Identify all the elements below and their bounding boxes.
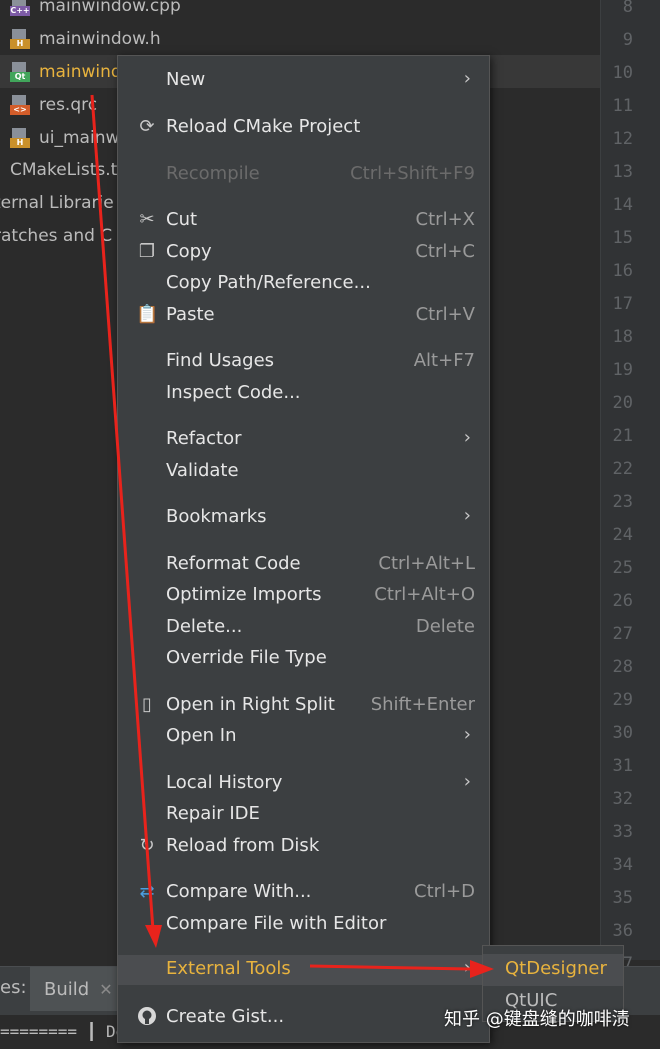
menu-item-copy[interactable]: ❐ Copy Ctrl+C	[118, 238, 489, 268]
menu-item-recompile[interactable]: Recompile Ctrl+Shift+F9	[118, 160, 489, 190]
split-icon: ▯	[142, 694, 152, 715]
line-number: 13	[612, 162, 633, 182]
build-tab-label: Build	[44, 978, 90, 1000]
line-number: 15	[612, 228, 633, 248]
tree-item-ui-mainwindow-h[interactable]: H ui_mainw	[10, 121, 119, 154]
line-number: 18	[612, 327, 633, 347]
tree-item-external-libraries[interactable]: ternal Librarie	[0, 186, 114, 219]
watermark: 知乎 @键盘缝的咖啡渍	[444, 1009, 630, 1030]
line-number: 19	[612, 360, 633, 380]
line-number: 14	[612, 195, 633, 215]
menu-item-reformat-code[interactable]: Reformat Code Ctrl+Alt+L	[118, 550, 489, 580]
line-number: 11	[612, 96, 633, 116]
chevron-right-icon: ›	[463, 771, 471, 792]
menu-item-open-in[interactable]: Open In ›	[118, 722, 489, 752]
menu-item-bookmarks[interactable]: Bookmarks ›	[118, 503, 489, 533]
cpp-file-icon: C++	[10, 0, 30, 16]
line-number: 26	[612, 591, 633, 611]
line-number: 32	[612, 789, 633, 809]
menu-item-copy-path[interactable]: Copy Path/Reference...	[118, 269, 489, 299]
line-number: 12	[612, 129, 633, 149]
close-icon[interactable]: ✕	[99, 980, 112, 999]
menu-item-validate[interactable]: Validate	[118, 457, 489, 487]
menu-item-compare-file-editor[interactable]: Compare File with Editor	[118, 910, 489, 940]
header-file-icon: H	[10, 127, 30, 148]
menu-item-compare-with[interactable]: ⇄ Compare With... Ctrl+D	[118, 878, 489, 908]
chevron-right-icon: ›	[463, 957, 471, 978]
menu-item-cut[interactable]: ✂ Cut Ctrl+X	[118, 206, 489, 236]
line-number: 25	[612, 558, 633, 578]
tree-item-res-qrc[interactable]: <> res.qrc	[10, 88, 97, 121]
line-number-gutter: 8 9 10 11 12 13 14 15 16 17 18 19 20 21 22 23 24 25 26 27 28…	[600, 0, 660, 974]
line-number: 24	[612, 525, 633, 545]
line-number: 22	[612, 459, 633, 479]
submenu-item-qtdesigner[interactable]: QtDesigner	[483, 954, 623, 986]
line-number: 20	[612, 393, 633, 413]
compare-icon: ⇄	[139, 881, 155, 902]
line-number: 23	[612, 492, 633, 512]
menu-item-delete[interactable]: Delete... Delete	[118, 613, 489, 643]
qt-ui-file-icon: Qt	[10, 61, 30, 82]
line-number: 35	[612, 888, 633, 908]
line-number: 10	[612, 63, 633, 83]
reload-icon: ⟳	[139, 116, 155, 137]
menu-item-open-right-split[interactable]: ▯ Open in Right Split Shift+Enter	[118, 691, 489, 721]
menu-item-new[interactable]: New ›	[118, 66, 489, 96]
resource-file-icon: <>	[10, 94, 30, 115]
github-icon	[136, 1006, 158, 1028]
menu-item-optimize-imports[interactable]: Optimize Imports Ctrl+Alt+O	[118, 581, 489, 611]
chevron-right-icon: ›	[463, 505, 471, 526]
menu-item-reload-from-disk[interactable]: ↻ Reload from Disk	[118, 832, 489, 862]
scissors-icon: ✂	[139, 209, 155, 230]
line-number: 16	[612, 261, 633, 281]
reload-disk-icon: ↻	[139, 835, 155, 856]
line-number: 21	[612, 426, 633, 446]
menu-item-inspect-code[interactable]: Inspect Code...	[118, 379, 489, 409]
line-number: 28	[612, 657, 633, 677]
menu-item-reload-cmake[interactable]: ⟳ Reload CMake Project	[118, 113, 489, 143]
menu-item-find-usages[interactable]: Find Usages Alt+F7	[118, 347, 489, 377]
tree-item-mainwindow-h[interactable]: H mainwindow.h	[10, 22, 161, 55]
line-number: 27	[612, 624, 633, 644]
menu-item-local-history[interactable]: Local History ›	[118, 769, 489, 799]
copy-icon: ❐	[138, 241, 156, 262]
tool-window-prefix: es:	[0, 977, 27, 998]
menu-item-refactor[interactable]: Refactor ›	[118, 425, 489, 455]
build-tab[interactable]: Build ✕	[30, 967, 127, 1011]
line-number: 8	[622, 0, 633, 17]
context-menu: New › ⟳ Reload CMake Project Recompile C…	[117, 55, 490, 1043]
chevron-right-icon: ›	[463, 68, 471, 89]
tree-item-mainwindow-cpp[interactable]: C++ mainwindow.cpp	[10, 0, 181, 22]
menu-item-external-tools[interactable]: External Tools ›	[118, 955, 489, 985]
menu-item-paste[interactable]: 📋 Paste Ctrl+V	[118, 301, 489, 331]
line-number: 9	[622, 30, 633, 50]
line-number: 36	[612, 921, 633, 941]
menu-item-repair-ide[interactable]: Repair IDE	[118, 800, 489, 830]
chevron-right-icon: ›	[463, 724, 471, 745]
chevron-right-icon: ›	[463, 427, 471, 448]
clipboard-icon: 📋	[136, 304, 159, 325]
line-number: 29	[612, 690, 633, 710]
line-number: 33	[612, 822, 633, 842]
tree-item-cmakelists[interactable]: CMakeLists.t	[10, 153, 117, 186]
line-number: 34	[612, 855, 633, 875]
header-file-icon: H	[10, 28, 30, 49]
line-number: 17	[612, 294, 633, 314]
line-number: 31	[612, 756, 633, 776]
line-number: 30	[612, 723, 633, 743]
menu-item-override-file-type[interactable]: Override File Type	[118, 644, 489, 674]
tree-item-scratches[interactable]: ratches and C	[0, 219, 112, 252]
menu-item-create-gist[interactable]: Create Gist...	[118, 1003, 489, 1033]
